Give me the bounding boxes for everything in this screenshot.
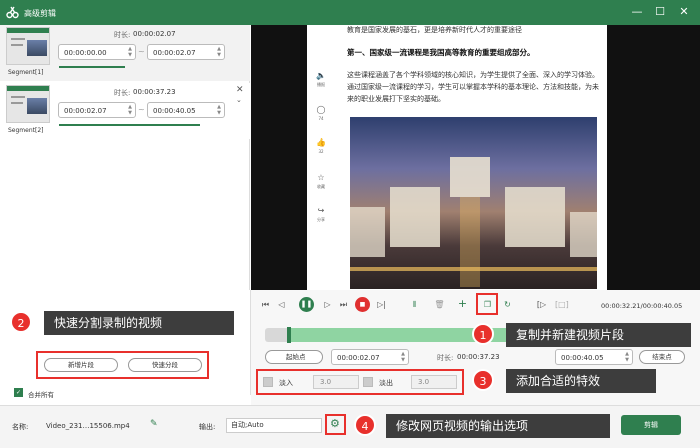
split-end-icon[interactable]: ▷| [375, 298, 388, 311]
segment-duration: 00:00:37.23 [133, 88, 176, 96]
like-icon[interactable]: 👍 32 [311, 138, 331, 154]
delete-icon[interactable]: 🗑 [433, 298, 446, 311]
duration-value: 00:00:37.23 [457, 353, 500, 361]
new-segment-button[interactable]: 新增片段 [44, 358, 118, 372]
preview-paragraph: 通过国家级一流课程的学习，学生可以掌握本学科的基本理论、方法和技能，为未来的职业… [347, 83, 599, 103]
segment-thumbnail [6, 85, 50, 123]
segment-start-input[interactable]: 00:00:02.07 ▲ ▼ [58, 102, 136, 118]
spinner-icon[interactable]: ▲ ▼ [128, 104, 132, 116]
spinner-icon[interactable]: ▲ ▼ [217, 104, 221, 116]
campus-photo [350, 117, 597, 289]
comment-icon[interactable]: ◯ 74 [311, 105, 331, 121]
segment-thumbnail [6, 27, 50, 65]
fade-out-checkbox[interactable] [363, 377, 373, 387]
split-icon[interactable]: ⫴ [408, 298, 421, 311]
start-time-input[interactable]: 00:00:02.07 ▲ ▼ [331, 349, 409, 365]
speaker-icon[interactable]: 🔈 播报 [311, 71, 331, 88]
delete-segment-icon[interactable]: ✕ [236, 85, 244, 95]
annotation-callout-4: 修改网页视频的输出选项 [386, 414, 610, 438]
end-point-button[interactable]: 结束点 [639, 350, 685, 364]
skip-start-icon[interactable]: ⏮ [259, 298, 272, 311]
spinner-icon[interactable]: ▲ ▼ [401, 351, 405, 363]
recorded-webpage: 教育是国家发展的基石，更是培养新时代人才的重要途径 第一、国家级一流课程是我国高… [307, 25, 607, 290]
start-point-button[interactable]: 起始点 [265, 350, 323, 364]
highlight-box [476, 293, 498, 315]
fade-out-input[interactable]: 3.0 [411, 375, 457, 389]
annotation-badge-4: 4 [354, 414, 376, 436]
checkmark-icon: ✓ [14, 388, 23, 397]
share-icon[interactable]: ↪ 分享 [311, 206, 331, 223]
fade-out-label: 淡出 [379, 379, 393, 387]
record-stop-button[interactable]: ■ [355, 297, 370, 312]
step-forward-icon[interactable]: ▷ [321, 298, 334, 311]
segment-duration-label: 时长: [114, 89, 131, 97]
star-icon[interactable]: ☆ 收藏 [311, 173, 331, 190]
start-end-row: 起始点 00:00:02.07 ▲ ▼ 时长: 00:00:37.23 00:00:… [265, 349, 685, 366]
segment-label: Segment[1] [8, 69, 44, 76]
annotation-callout-2: 快速分割录制的视频 [44, 311, 234, 335]
file-name: Video_231…15506.mp4 [46, 422, 130, 430]
set-start-icon[interactable]: [▷ [535, 298, 548, 311]
spinner-icon[interactable]: ▲ ▼ [625, 351, 629, 363]
output-select[interactable]: 自动;Auto [226, 418, 322, 433]
preview-text-top: 教育是国家发展的基石，更是培养新时代人才的重要途径 [347, 26, 522, 34]
reset-icon[interactable]: ↻ [501, 298, 514, 311]
edit-icon[interactable]: ✎ [150, 419, 158, 429]
name-label: 名称: [12, 423, 29, 431]
segment-progress [59, 66, 125, 68]
pause-button[interactable]: ❚❚ [299, 297, 314, 312]
segment-item-2[interactable]: Segment[2] 时长: 00:00:37.23 00:00:02.07 ▲ ▼… [0, 83, 250, 139]
add-icon[interactable]: + [456, 297, 469, 310]
step-back-icon[interactable]: ◁ [275, 298, 288, 311]
range-separator: ~ [138, 105, 145, 114]
annotation-badge-2: 2 [10, 311, 32, 333]
cut-button[interactable]: 剪辑 [621, 415, 681, 435]
maximize-button[interactable]: ☐ [653, 5, 667, 19]
window-title: 高级剪辑 [24, 9, 56, 18]
segment-item-1[interactable]: Segment[1] 时长: 00:00:02.07 00:00:00.00 ▲ ▼… [0, 25, 250, 81]
quick-split-button[interactable]: 快速分段 [128, 358, 202, 372]
segment-label: Segment[2] [8, 127, 44, 134]
fade-in-label: 淡入 [279, 379, 293, 387]
segment-duration-label: 时长: [114, 31, 131, 39]
close-button[interactable]: ✕ [677, 5, 691, 19]
set-end-icon[interactable]: [□] [555, 298, 569, 311]
preview-paragraph: 这些课程涵盖了各个学科领域的核心知识，为学生提供了全面、深入的学习体验。 [347, 71, 599, 79]
annotation-callout-3: 添加合适的特效 [506, 369, 656, 393]
highlight-box [325, 414, 346, 435]
video-preview: 教育是国家发展的基石，更是培养新时代人才的重要途径 第一、国家级一流课程是我国高… [251, 25, 700, 290]
chevron-down-icon[interactable]: ⌄ [236, 96, 242, 104]
time-readout: 00:00:32.21/00:00:40.05 [601, 302, 683, 310]
skip-end-icon[interactable]: ⏭ [337, 298, 350, 311]
range-separator: ~ [138, 47, 145, 56]
app-logo-icon [6, 6, 19, 19]
annotation-badge-3: 3 [472, 369, 494, 391]
segment-progress [59, 124, 200, 126]
fade-in-input[interactable]: 3.0 [313, 375, 359, 389]
fade-in-checkbox[interactable] [263, 377, 273, 387]
annotation-badge-1: 1 [472, 323, 494, 345]
segment-start-input[interactable]: 00:00:00.00 ▲ ▼ [58, 44, 136, 60]
segment-duration: 00:00:02.07 [133, 30, 176, 38]
preview-heading: 第一、国家级一流课程是我国高等教育的重要组成部分。 [347, 48, 535, 57]
left-action-panel [0, 290, 251, 395]
duration-label: 时长: [437, 354, 454, 362]
title-bar: 高级剪辑 — ☐ ✕ [0, 0, 700, 25]
spinner-icon[interactable]: ▲ ▼ [128, 46, 132, 58]
spinner-icon[interactable]: ▲ ▼ [217, 46, 221, 58]
segment-list: Segment[1] 时长: 00:00:02.07 00:00:00.00 ▲ ▼… [0, 25, 250, 290]
merge-all-label: 合并所有 [28, 391, 54, 399]
end-time-input[interactable]: 00:00:40.05 ▲ ▼ [555, 349, 633, 365]
segment-end-input[interactable]: 00:00:40.05 ▲ ▼ [147, 102, 225, 118]
trim-start-handle[interactable] [287, 327, 291, 343]
segment-end-input[interactable]: 00:00:02.07 ▲ ▼ [147, 44, 225, 60]
annotation-callout-1: 复制并新建视频片段 [506, 323, 691, 347]
output-label: 输出: [199, 423, 216, 431]
minimize-button[interactable]: — [630, 5, 644, 19]
